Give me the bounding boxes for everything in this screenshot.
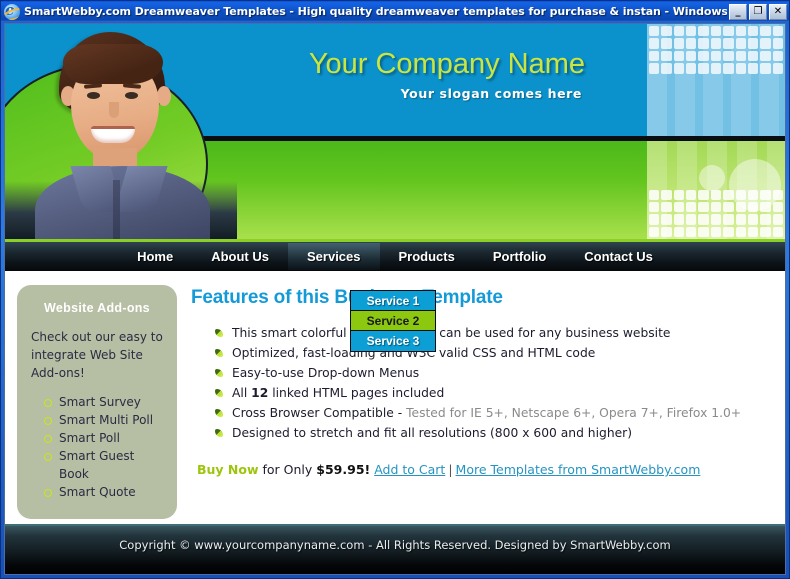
sidebar-item-smart-quote[interactable]: Smart Quote — [43, 483, 163, 501]
minimize-icon: _ — [735, 5, 741, 17]
mosaic-tile-grid-blue — [647, 24, 785, 76]
person-nose — [109, 102, 119, 118]
price-label: $59.95! — [316, 462, 371, 477]
feature-item: Designed to stretch and fit all resoluti… — [215, 423, 773, 443]
main-navigation: Home About Us Services Products Portfoli… — [5, 239, 785, 271]
person-eye-left — [87, 92, 100, 99]
feature-item: Easy-to-use Drop-down Menus — [215, 363, 773, 383]
maximize-button[interactable]: ❐ — [749, 3, 767, 20]
services-dropdown-menu: Service 1 Service 2 Service 3 — [350, 290, 436, 352]
purchase-line: Buy Now for Only $59.95! Add to Cart | Mor… — [197, 462, 773, 477]
header-mosaic-green — [647, 141, 785, 239]
feature-item: Cross Browser Compatible - Tested for IE… — [215, 403, 773, 423]
sidebar-title: Website Add-ons — [44, 301, 150, 315]
nav-item-contact-us[interactable]: Contact Us — [565, 243, 672, 270]
maximize-icon: ❐ — [753, 5, 763, 17]
site-footer: Copyright © www.yourcompanyname.com - Al… — [5, 524, 785, 574]
person-eye-right — [125, 92, 138, 99]
browser-window: SmartWebby.com Dreamweaver Templates - H… — [0, 0, 790, 579]
site-header: Your Company Name Your slogan comes here — [5, 24, 785, 239]
feature-prefix: Cross Browser Compatible - — [232, 406, 407, 420]
sidebar-list: Smart Survey Smart Multi Poll Smart Poll… — [31, 393, 163, 501]
close-icon: ✕ — [773, 5, 783, 17]
company-slogan: Your slogan comes here — [400, 86, 582, 101]
company-name: Your Company Name — [308, 48, 585, 80]
nav-item-about-us[interactable]: About Us — [192, 243, 288, 270]
window-title-bar: SmartWebby.com Dreamweaver Templates - H… — [1, 1, 789, 22]
feature-prefix: All — [232, 386, 252, 400]
feature-item: This smart colorful web template can be … — [215, 323, 773, 343]
person-shirt-placket — [113, 180, 120, 239]
sidebar-description: Check out our easy to integrate Web Site… — [31, 330, 163, 380]
link-separator: | — [448, 462, 453, 477]
nav-item-products[interactable]: Products — [380, 243, 474, 270]
close-button[interactable]: ✕ — [769, 3, 787, 20]
main-column: Features of this Business Template This … — [191, 285, 773, 524]
for-only-label: for Only — [258, 462, 317, 477]
sidebar-addons-box: Website Add-ons Check out our easy to in… — [17, 285, 177, 519]
dropdown-item-service-2[interactable]: Service 2 — [351, 311, 435, 331]
person-photo — [21, 30, 211, 239]
nav-item-portfolio[interactable]: Portfolio — [474, 243, 565, 270]
internet-explorer-icon — [4, 3, 20, 20]
feature-list: This smart colorful web template can be … — [215, 323, 773, 443]
page-title: Features of this Business Template — [191, 287, 503, 308]
dropdown-item-service-1[interactable]: Service 1 — [351, 291, 435, 311]
buy-now-label: Buy Now — [197, 462, 259, 477]
mosaic-tile-grid-green — [647, 188, 785, 240]
sidebar-item-smart-multi-poll[interactable]: Smart Multi Poll — [43, 411, 163, 429]
feature-browser-list: Tested for IE 5+, Netscape 6+, Opera 7+,… — [406, 406, 742, 420]
nav-item-services[interactable]: Services — [288, 243, 380, 270]
feature-item: All 12 linked HTML pages included — [215, 383, 773, 403]
more-templates-link[interactable]: More Templates from SmartWebby.com — [456, 462, 701, 477]
add-to-cart-link[interactable]: Add to Cart — [374, 462, 445, 477]
header-mosaic-blue — [647, 24, 785, 136]
sidebar-item-smart-poll[interactable]: Smart Poll — [43, 429, 163, 447]
nav-item-home[interactable]: Home — [118, 243, 192, 270]
footer-copyright: Copyright © www.yourcompanyname.com - Al… — [119, 538, 671, 552]
person-fringe — [63, 44, 163, 84]
person-ear-right — [157, 86, 171, 106]
person-smile — [91, 126, 135, 143]
feature-count: 12 — [251, 386, 269, 400]
sidebar-item-smart-guest-book[interactable]: Smart Guest Book — [43, 447, 163, 483]
feature-item: Optimized, fast-loading and W3C valid CS… — [215, 343, 773, 363]
nav-list: Home About Us Services Products Portfoli… — [118, 243, 672, 270]
feature-suffix: linked HTML pages included — [268, 386, 445, 400]
dropdown-item-service-3[interactable]: Service 3 — [351, 331, 435, 351]
sidebar-item-smart-survey[interactable]: Smart Survey — [43, 393, 163, 411]
minimize-button[interactable]: _ — [729, 3, 747, 20]
window-title: SmartWebby.com Dreamweaver Templates - H… — [24, 5, 727, 18]
page-viewport: Your Company Name Your slogan comes here… — [4, 23, 786, 575]
